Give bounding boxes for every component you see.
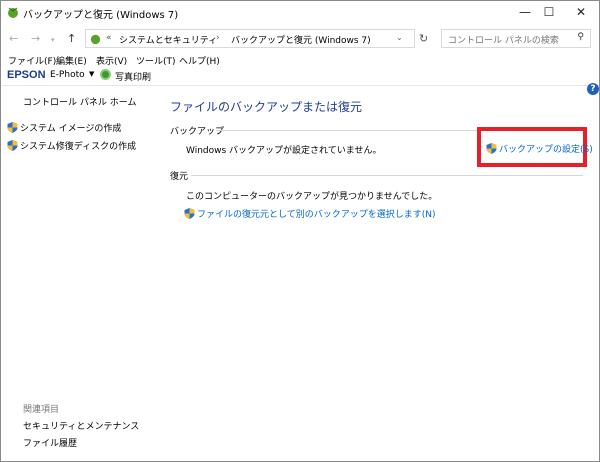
menu-edit[interactable]: 編集(E) — [56, 54, 87, 67]
minimize-button[interactable]: — — [515, 5, 535, 21]
address-bar[interactable]: « システムとセキュリティ › バックアップと復元 (Windows 7) ⌄ — [85, 29, 415, 48]
uac-shield-icon — [7, 140, 18, 151]
backup-app-icon — [8, 7, 18, 18]
refresh-icon[interactable]: ↻ — [419, 32, 428, 45]
menu-tools[interactable]: ツール(T) — [136, 54, 176, 67]
menu-help[interactable]: ヘルプ(H) — [179, 54, 220, 67]
epson-logo: EPSON — [7, 69, 46, 81]
select-another-backup-label: ファイルの復元元として別のバックアップを選択します(N) — [197, 210, 436, 220]
search-placeholder: コントロール パネルの検索 — [448, 36, 559, 46]
sidebar-item-system-image[interactable]: システム イメージの作成 — [7, 121, 121, 134]
window: バックアップと復元 (Windows 7) — ☐ ✕ ← → ▾ ↑ « シス… — [0, 0, 600, 462]
uac-shield-icon — [184, 208, 195, 219]
toolbar-divider — [2, 85, 599, 86]
related-file-history-link[interactable]: ファイル履歴 — [23, 436, 77, 449]
close-button[interactable]: ✕ — [571, 5, 591, 21]
uac-shield-icon — [486, 143, 497, 154]
page-title: ファイルのバックアップまたは復元 — [170, 100, 363, 114]
related-security-maintenance-link[interactable]: セキュリティとメンテナンス — [23, 419, 139, 432]
sidebar-item-repair-disc[interactable]: システム修復ディスクの作成 — [7, 139, 136, 152]
breadcrumb-separator: › — [216, 33, 220, 43]
setup-backup-label: バックアップの設定(S) — [499, 145, 593, 155]
backup-app-icon — [90, 34, 101, 45]
photo-print-icon — [100, 69, 111, 80]
ephoto-dropdown-icon[interactable]: ▼ — [89, 70, 94, 78]
restore-section-divider — [191, 175, 583, 176]
uac-shield-icon — [7, 122, 18, 133]
breadcrumb-overflow[interactable]: « — [106, 33, 112, 43]
setup-backup-link[interactable]: バックアップの設定(S) — [486, 142, 593, 155]
window-title: バックアップと復元 (Windows 7) — [23, 10, 179, 21]
related-heading: 関連項目 — [23, 405, 60, 415]
help-icon[interactable]: ? — [587, 83, 599, 95]
restore-section-label: 復元 — [170, 172, 189, 182]
sidebar-item-label: システム イメージの作成 — [20, 124, 122, 134]
search-input[interactable]: コントロール パネルの検索 ⚲ — [441, 29, 591, 48]
breadcrumb-system-security[interactable]: システムとセキュリティ — [119, 33, 217, 46]
ephoto-button[interactable]: E-Photo — [50, 70, 85, 80]
photo-print-button[interactable]: 写真印刷 — [115, 70, 151, 83]
menu-file[interactable]: ファイル(F) — [8, 54, 56, 67]
restore-status: このコンピューターのバックアップが見つかりませんでした。 — [186, 192, 438, 202]
maximize-button[interactable]: ☐ — [539, 5, 559, 21]
menu-view[interactable]: 表示(V) — [96, 54, 127, 67]
up-arrow-icon[interactable]: ↑ — [67, 32, 76, 45]
sidebar-item-label: システム修復ディスクの作成 — [20, 142, 137, 152]
backup-status: Windows バックアップが設定されていません。 — [186, 146, 382, 156]
sidebar-home-link[interactable]: コントロール パネル ホーム — [23, 95, 136, 108]
search-icon: ⚲ — [577, 32, 584, 42]
select-another-backup-link[interactable]: ファイルの復元元として別のバックアップを選択します(N) — [184, 207, 436, 220]
back-arrow-icon[interactable]: ← — [9, 32, 18, 45]
recent-dropdown-icon[interactable]: ▾ — [51, 36, 55, 44]
address-dropdown-icon[interactable]: ⌄ — [396, 33, 403, 42]
breadcrumb-backup-restore[interactable]: バックアップと復元 (Windows 7) — [231, 33, 371, 46]
forward-arrow-icon[interactable]: → — [31, 32, 40, 45]
